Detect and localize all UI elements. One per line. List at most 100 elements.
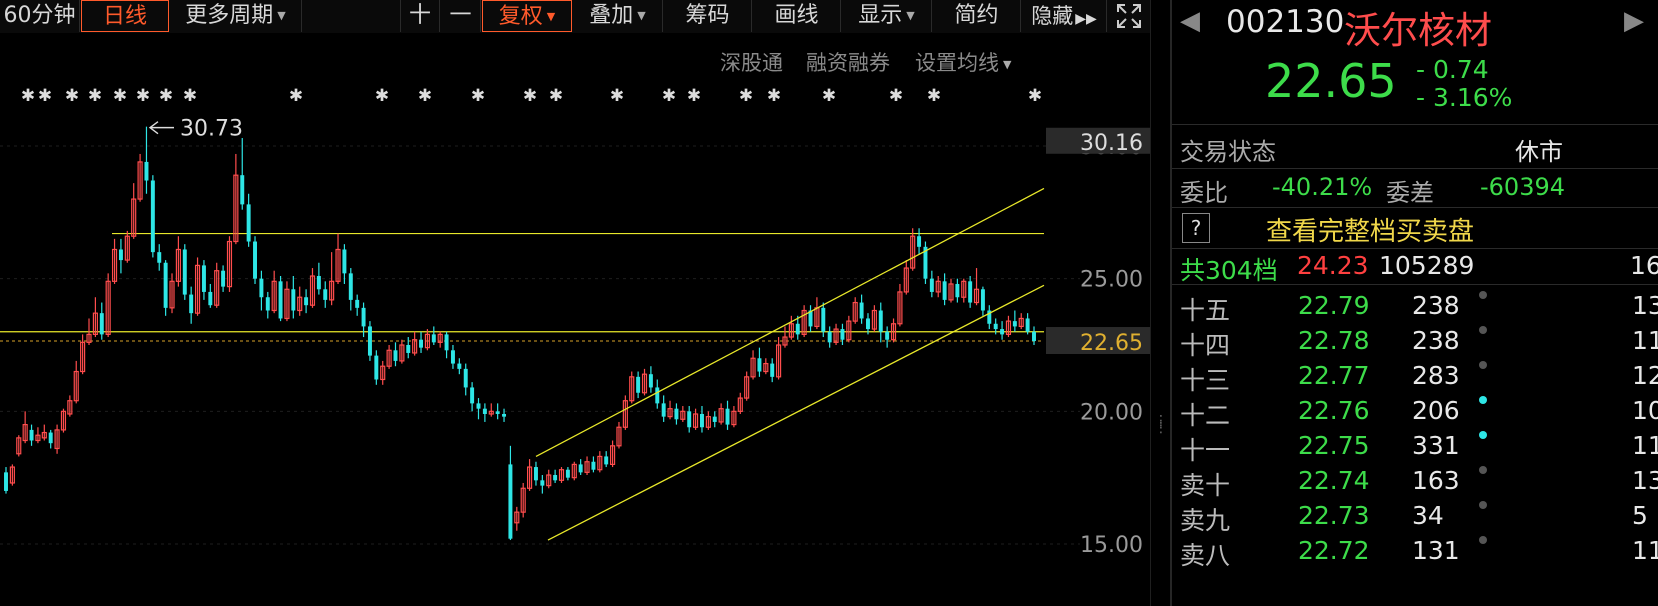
next-stock-arrow-icon[interactable]: ▶ — [1624, 6, 1644, 36]
chips-button[interactable]: 筹码 — [664, 0, 752, 32]
candle-body — [470, 387, 475, 404]
high-price-label: 30.73 — [180, 117, 243, 142]
order-row[interactable]: 十三 22.77 283 12 — [1172, 361, 1658, 396]
order-volume: 34 — [1412, 501, 1444, 530]
order-dot-icon — [1479, 361, 1487, 369]
candle-body — [712, 416, 717, 422]
order-level-label: 卖九 — [1180, 506, 1231, 535]
view-full-orderbook-link[interactable]: 查看完整档买卖盘 — [1266, 211, 1474, 248]
order-row[interactable]: 十四 22.78 238 11 — [1172, 326, 1658, 361]
event-marker-icon: ✱ — [159, 86, 173, 106]
order-price: 22.75 — [1298, 431, 1370, 460]
display-dropdown[interactable]: 显示 ▼ — [842, 0, 932, 32]
order-row[interactable]: 十五 22.79 238 13 — [1172, 291, 1658, 326]
candle-body — [1000, 329, 1005, 335]
zoom-out-button[interactable]: 一 — [441, 0, 481, 32]
overlay-label: 叠加 — [589, 3, 634, 28]
daily-button[interactable]: 日线 — [81, 0, 169, 32]
candle-body — [502, 413, 507, 417]
overlay-dropdown[interactable]: 叠加 ▼ — [573, 0, 663, 32]
candle-body — [221, 270, 226, 287]
levels-price: 24.23 — [1297, 251, 1369, 280]
event-marker-icon: ✱ — [113, 86, 127, 106]
order-level-label: 卖八 — [1180, 541, 1231, 570]
candle-body — [827, 331, 832, 343]
zoom-in-button[interactable]: 十 — [400, 0, 440, 32]
period-60min-button[interactable]: 60分钟 — [0, 0, 80, 32]
event-marker-icon: ✱ — [88, 86, 102, 106]
candle-body — [553, 475, 558, 481]
resize-grip-icon[interactable]: ⋮⋮ ⋮⋮ — [1154, 414, 1182, 440]
order-count: 13 — [1632, 291, 1658, 320]
candle-body — [374, 355, 379, 380]
candles — [4, 126, 1036, 541]
candle-body — [942, 281, 947, 300]
order-row[interactable]: 卖八 22.72 131 11 — [1172, 536, 1658, 571]
hide-button[interactable]: 隐藏 ▶▶ — [1022, 0, 1107, 32]
candle-body — [980, 289, 985, 311]
candle-body — [259, 278, 264, 298]
order-row[interactable]: 十一 22.75 331 11 — [1172, 431, 1658, 466]
candle-body — [316, 276, 321, 290]
order-count: 11 — [1632, 326, 1658, 355]
candle-body — [150, 180, 155, 253]
order-level-label: 十四 — [1180, 331, 1231, 360]
weicha-label: 委差 — [1386, 179, 1434, 207]
candle-body — [866, 318, 870, 330]
event-marker-icon: ✱ — [549, 86, 563, 106]
candle-body — [770, 363, 775, 377]
candlestick-chart[interactable]: ✱✱✱✱✱✱✱✱✱✱✱✱✱✱✱✱✱✱✱✱✱✱✱ 30.0025.0020.001… — [0, 33, 1150, 606]
draw-line-button[interactable]: 画线 — [753, 0, 841, 32]
event-marker-icon: ✱ — [822, 86, 836, 106]
candle-body — [591, 461, 596, 470]
order-dot-icon — [1479, 501, 1487, 509]
candle-body — [278, 281, 283, 319]
help-icon[interactable]: ? — [1182, 213, 1210, 243]
order-price: 22.78 — [1298, 326, 1370, 355]
order-volume: 238 — [1412, 326, 1460, 355]
price-labels: 30.0025.0020.0015.0030.7330.1622.65 — [148, 117, 1150, 558]
candle-body — [304, 297, 309, 306]
simple-button[interactable]: 简约 — [933, 0, 1021, 32]
candle-body — [917, 236, 922, 247]
order-dot-icon — [1479, 291, 1487, 299]
separator — [1172, 248, 1658, 249]
order-count: 11 — [1632, 431, 1658, 460]
fullscreen-button[interactable] — [1108, 0, 1150, 32]
order-price: 22.76 — [1298, 396, 1370, 425]
order-price: 22.73 — [1298, 501, 1370, 530]
candle-body — [182, 249, 187, 295]
double-chevron-right-icon: ▶▶ — [1075, 11, 1097, 27]
candle-body — [508, 464, 513, 539]
stock-code: 002130 — [1226, 4, 1345, 40]
order-volume: 331 — [1412, 431, 1460, 460]
more-periods-dropdown[interactable]: 更多周期 ▼ — [170, 0, 302, 32]
event-marker-icon: ✱ — [687, 86, 701, 106]
order-row[interactable]: 十二 22.76 206 10 — [1172, 396, 1658, 431]
order-volume: 131 — [1412, 536, 1460, 565]
candle-body — [450, 350, 455, 364]
candle-body — [674, 408, 679, 420]
order-price: 22.72 — [1298, 536, 1370, 565]
order-level-label: 十五 — [1180, 296, 1231, 325]
separator — [1172, 124, 1658, 125]
order-row[interactable]: 卖九 22.73 34 5 — [1172, 501, 1658, 536]
order-dot-icon — [1479, 536, 1487, 544]
candle-body — [342, 249, 347, 274]
fuquan-label: 复权 — [498, 4, 543, 29]
candle-body — [1012, 321, 1017, 327]
candle-body — [840, 329, 845, 340]
candle-body — [201, 265, 206, 292]
price-grid — [0, 145, 1080, 545]
order-dot-icon — [1479, 326, 1487, 334]
order-level-label: 十二 — [1180, 401, 1231, 430]
fuquan-dropdown[interactable]: 复权 ▼ — [482, 0, 572, 32]
candle-body — [406, 345, 411, 353]
candle-body — [655, 387, 660, 404]
candle-body — [878, 310, 883, 332]
order-row[interactable]: 卖十 22.74 163 13 — [1172, 466, 1658, 501]
event-marker-icon: ✱ — [183, 86, 197, 106]
event-marker-icon: ✱ — [767, 86, 781, 106]
candle-body — [323, 289, 328, 300]
prev-stock-arrow-icon[interactable]: ◀ — [1180, 6, 1200, 36]
